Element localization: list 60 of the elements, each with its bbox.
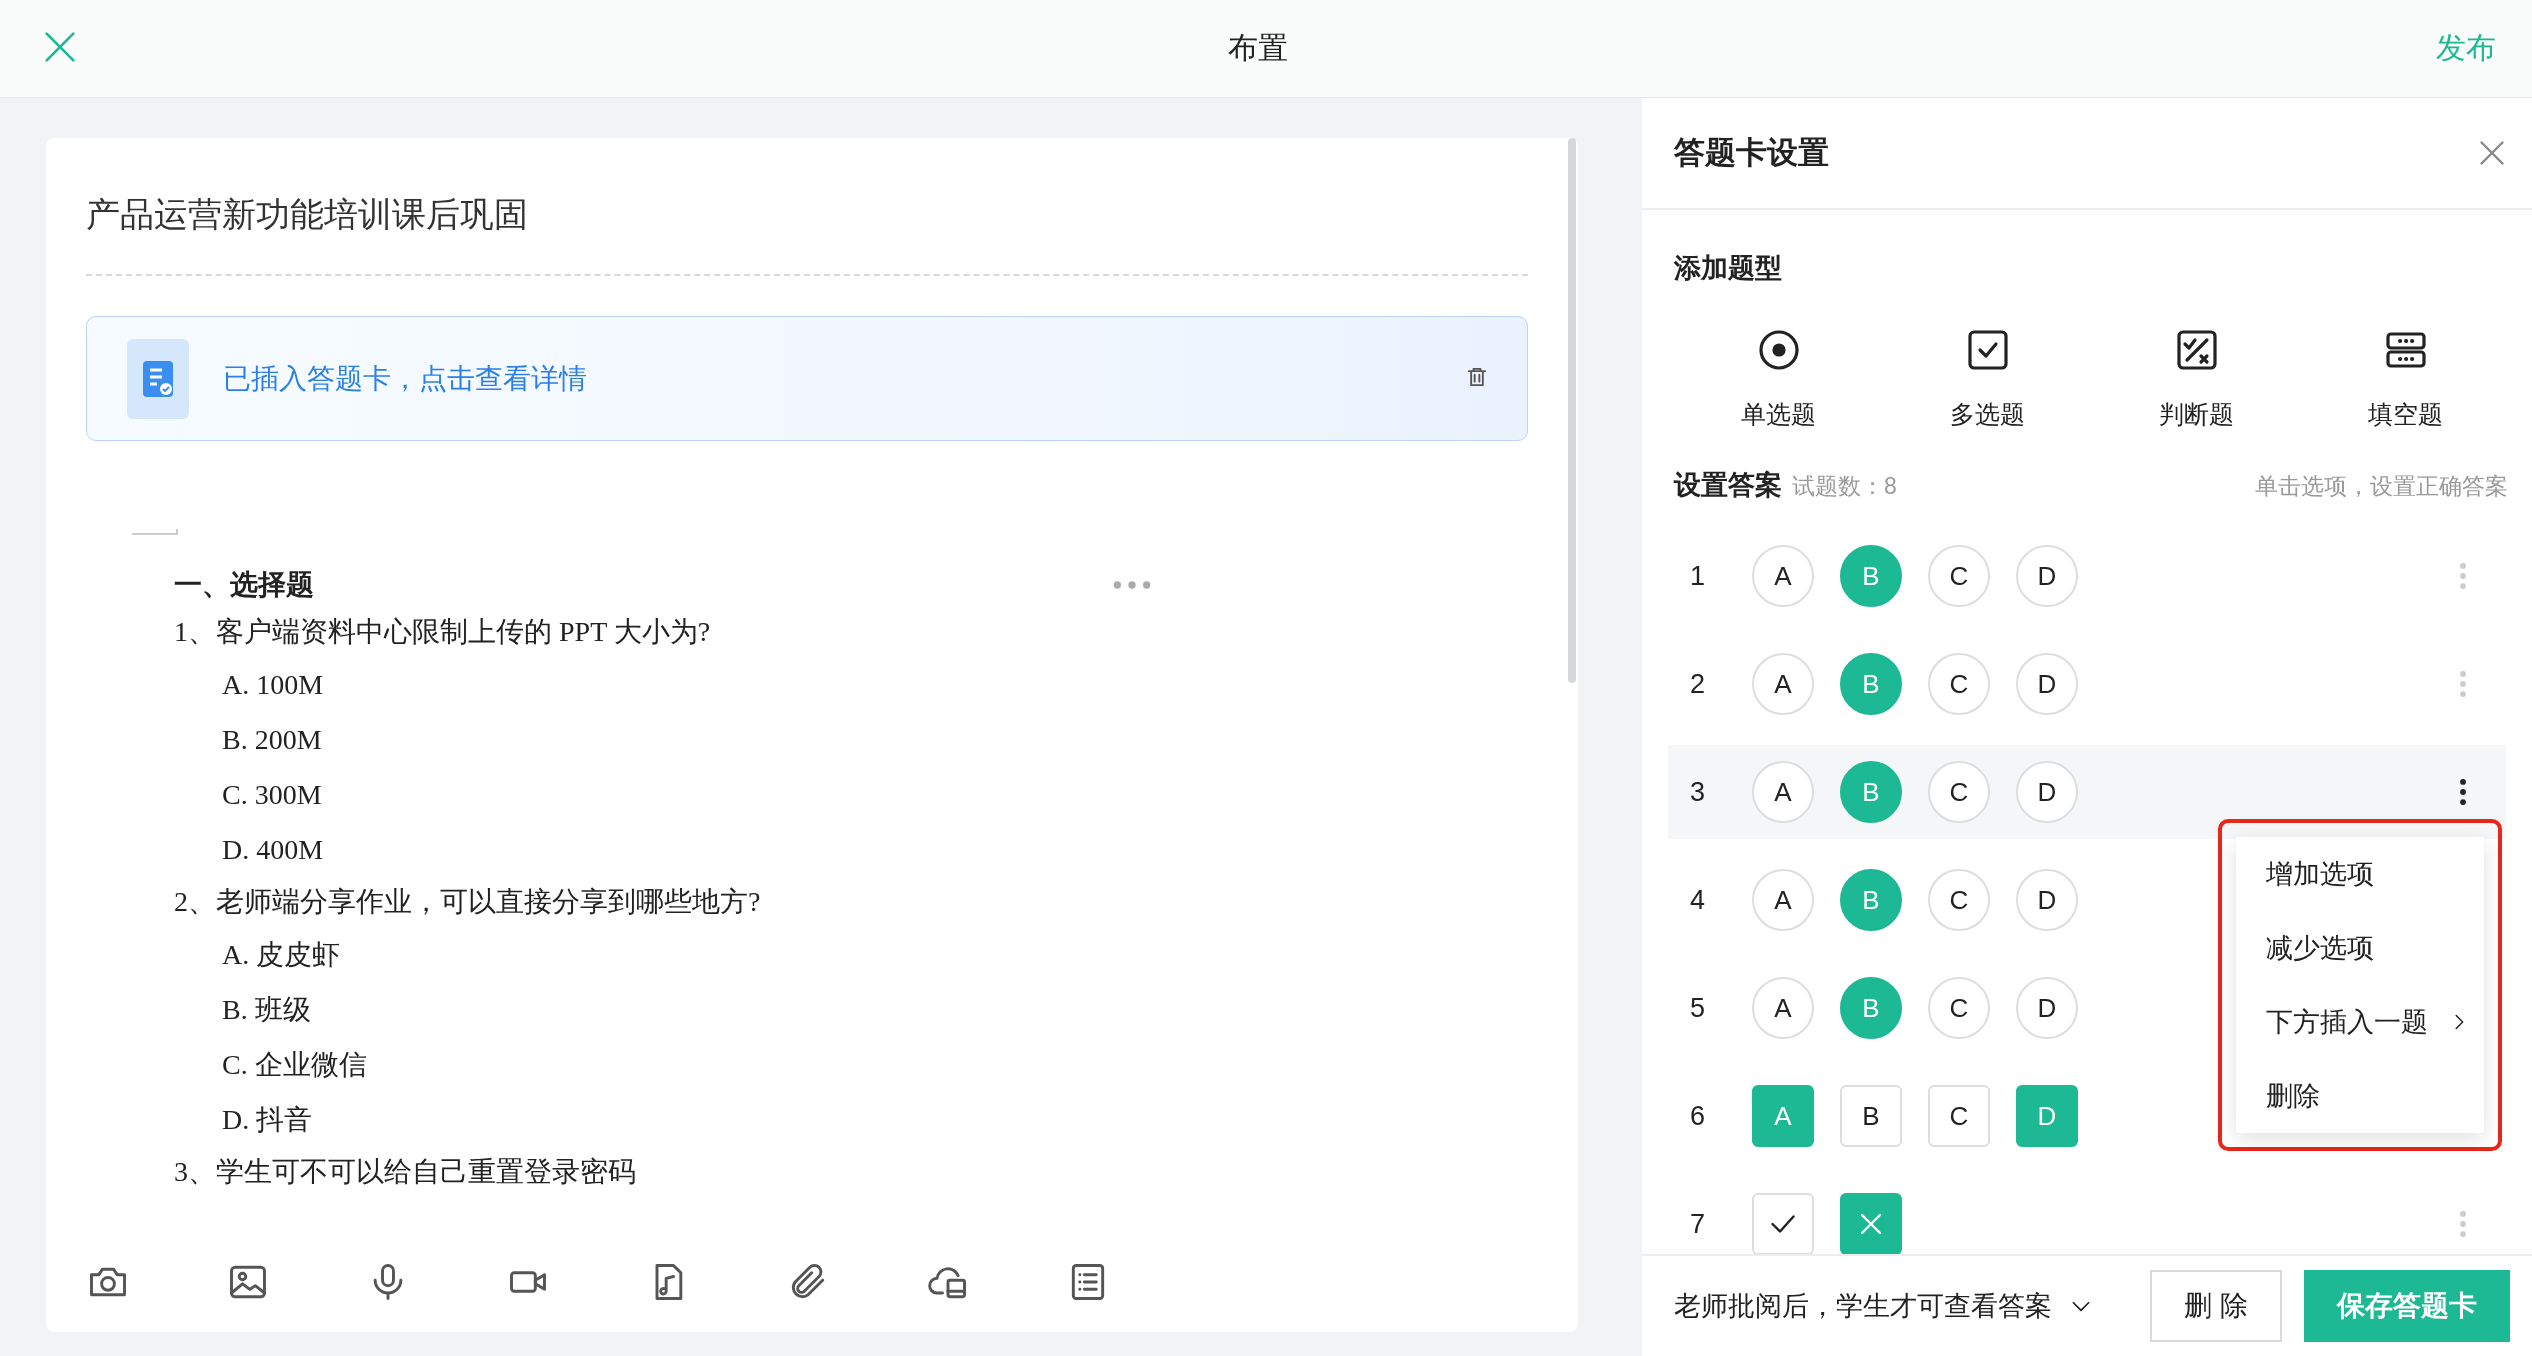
- menu-item[interactable]: 增加选项: [2236, 856, 2484, 892]
- choice-text: B. 班级: [222, 993, 311, 1027]
- correct-option[interactable]: [1752, 1193, 1814, 1254]
- section-heading: 一、选择题: [174, 568, 314, 602]
- more-vertical-icon[interactable]: [2460, 779, 2466, 805]
- answer-card-banner[interactable]: 已插入答题卡，点击查看详情: [86, 316, 1528, 441]
- question-number: 4: [1690, 884, 1707, 916]
- question-text: 1、客户端资料中心限制上传的 PPT 大小为?: [174, 615, 711, 649]
- question-number: 6: [1690, 1100, 1707, 1132]
- answer-option[interactable]: C: [1928, 545, 1990, 607]
- visibility-dropdown[interactable]: 老师批阅后，学生才可查看答案: [1674, 1288, 2128, 1324]
- question-number: 2: [1690, 668, 1707, 700]
- answer-option[interactable]: A: [1752, 761, 1814, 823]
- answer-option[interactable]: C: [1928, 653, 1990, 715]
- question-type-button[interactable]: 判断题: [2092, 326, 2301, 431]
- question-text: 2、老师端分享作业，可以直接分享到哪些地方?: [174, 885, 761, 919]
- document-icon: [127, 338, 189, 419]
- paragraph-mark-icon: [132, 527, 178, 535]
- answer-option[interactable]: D: [2016, 653, 2078, 715]
- scrollbar[interactable]: [1568, 138, 1576, 683]
- question-text: 3、学生可不可以给自己重置登录密码: [174, 1155, 636, 1189]
- choice-text: A. 100M: [222, 668, 324, 702]
- answer-option[interactable]: A: [1752, 869, 1814, 931]
- section-title: 添加题型: [1673, 252, 1783, 285]
- menu-item[interactable]: 删除: [2236, 1078, 2484, 1114]
- hint-text: 单击选项，设置正确答案: [2255, 472, 2508, 501]
- answer-option[interactable]: A: [1752, 653, 1814, 715]
- answer-option[interactable]: C: [1928, 1085, 1990, 1147]
- section-title: 设置答案: [1674, 469, 1782, 502]
- answer-option[interactable]: C: [1928, 977, 1990, 1039]
- answer-option[interactable]: A: [1752, 545, 1814, 607]
- delete-button[interactable]: 删 除: [2150, 1270, 2282, 1342]
- answer-option[interactable]: C: [1928, 761, 1990, 823]
- question-count: 试题数：8: [1792, 472, 1898, 501]
- question-number: 3: [1690, 776, 1707, 808]
- question-type-button[interactable]: 多选题: [1883, 326, 2092, 431]
- choice-text: D. 400M: [222, 833, 324, 867]
- choice-text: C. 企业微信: [222, 1048, 367, 1082]
- answer-option[interactable]: A: [1752, 977, 1814, 1039]
- answer-option[interactable]: C: [1928, 869, 1990, 931]
- question-number: 5: [1690, 992, 1707, 1024]
- question-number: 7: [1690, 1208, 1707, 1240]
- panel-title: 答题卡设置: [1674, 134, 1829, 172]
- choice-text: C. 300M: [222, 778, 322, 812]
- menu-item[interactable]: 减少选项: [2236, 930, 2484, 966]
- question-type-button[interactable]: 填空题: [2301, 326, 2510, 431]
- assignment-title: 产品运营新功能培训课后巩固: [86, 192, 1528, 276]
- answer-option[interactable]: B: [1840, 1085, 1902, 1147]
- answer-option[interactable]: D: [2016, 761, 2078, 823]
- choice-text: D. 抖音: [222, 1103, 313, 1137]
- banner-link[interactable]: 已插入答题卡，点击查看详情: [223, 359, 1463, 398]
- answer-option[interactable]: D: [2016, 977, 2078, 1039]
- choice-text: A. 皮皮虾: [222, 938, 341, 972]
- choice-text: B. 200M: [222, 723, 322, 757]
- answer-option[interactable]: D: [2016, 869, 2078, 931]
- question-number: 1: [1690, 560, 1707, 592]
- menu-item[interactable]: 下方插入一题: [2236, 1004, 2484, 1040]
- answer-option[interactable]: D: [2016, 545, 2078, 607]
- question-type-button[interactable]: 单选题: [1674, 326, 1883, 431]
- page-title: 布置: [1228, 30, 1288, 66]
